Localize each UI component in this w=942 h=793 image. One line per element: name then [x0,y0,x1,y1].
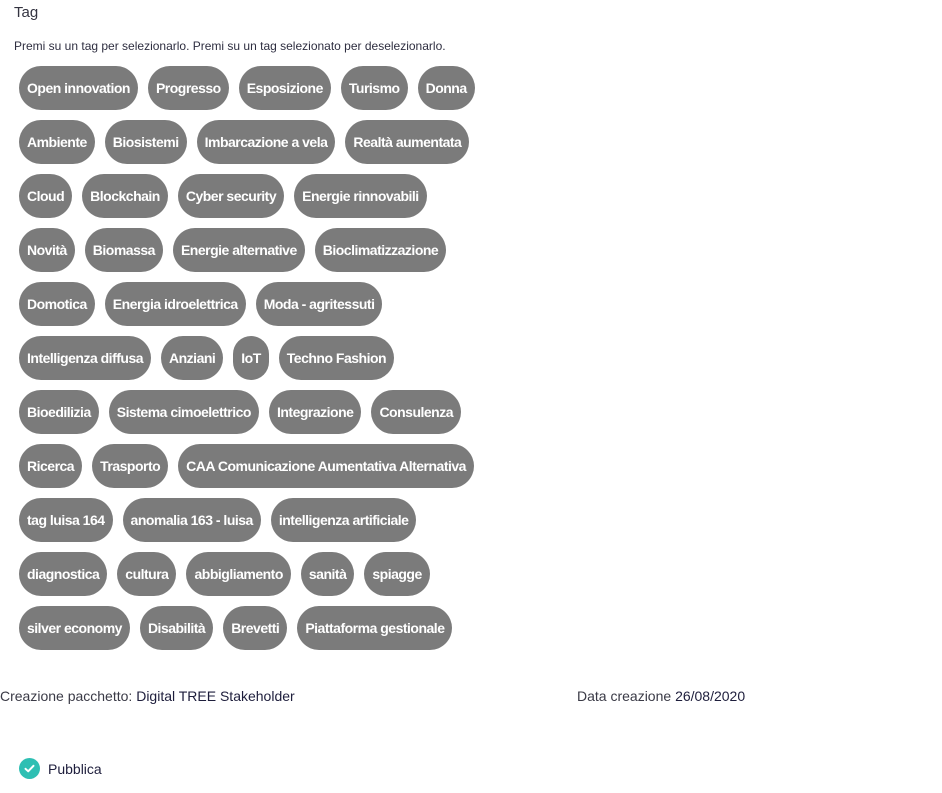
tag-row: Ricerca Trasporto CAA Comunicazione Aument… [19,444,475,488]
tag-row: Domotica Energia idroelettrica Moda - agri… [19,282,475,326]
tag-chip[interactable]: intelligenza artificiale [270,498,417,542]
tag-chip[interactable]: Anziani [161,336,224,380]
tag-list: Open innovation Progresso Esposizione Turis… [19,66,475,660]
tag-chip[interactable]: Energie alternative [172,228,305,272]
tag-chip[interactable]: Brevetti [223,606,288,650]
tag-chip[interactable]: Techno Fashion [278,336,395,380]
tag-row: Open innovation Progresso Esposizione Turis… [19,66,475,110]
tag-chip[interactable]: anomalia 163 - luisa [122,498,261,542]
creation-date-value: 26/08/2020 [675,688,746,704]
tag-row: Cloud Blockchain Cyber security Energie rin… [19,174,475,218]
tags-hint: Premi su un tag per selezionarlo. Premi … [14,39,446,53]
tag-chip[interactable]: Esposizione [238,66,331,110]
tag-chip[interactable]: Ricerca [19,444,83,488]
tag-chip[interactable]: Blockchain [82,174,168,218]
tag-chip[interactable]: Consulenza [371,390,462,434]
tag-row: Novità Biomassa Energie alternative Bioclim… [19,228,475,272]
check-circle-icon[interactable] [19,758,40,779]
tag-chip[interactable]: Bioclimatizzazione [314,228,447,272]
tags-section-title: Tag [14,4,39,21]
tag-chip[interactable]: cultura [117,552,177,596]
tag-chip[interactable]: abbigliamento [186,552,291,596]
tag-chip[interactable]: Moda - agritessuti [255,282,383,326]
tag-chip[interactable]: Turismo [340,66,408,110]
tag-row: diagnostica cultura abbigliamento sanità spi… [19,552,475,596]
creation-date-label: Data creazione [577,688,672,704]
creation-date: Data creazione 26/08/2020 [577,688,745,704]
package-creation-label: Creazione pacchetto: [0,688,133,704]
tag-chip[interactable]: Energia idroelettrica [104,282,246,326]
tag-chip[interactable]: diagnostica [19,552,108,596]
tag-chip[interactable]: Cyber security [177,174,285,218]
tag-row: tag luisa 164 anomalia 163 - luisa intelli… [19,498,475,542]
tag-chip[interactable]: Progresso [147,66,229,110]
tag-chip[interactable]: Biomassa [84,228,163,272]
tag-chip[interactable]: Realtà aumentata [345,120,470,164]
tag-chip[interactable]: Disabilità [139,606,214,650]
tag-row: silver economy Disabilità Brevetti Piattafo… [19,606,475,650]
tag-chip[interactable]: Imbarcazione a vela [196,120,336,164]
tag-chip[interactable]: tag luisa 164 [19,498,113,542]
tag-row: Intelligenza diffusa Anziani IoT Techno Fas… [19,336,475,380]
tag-chip[interactable]: Bioedilizia [19,390,99,434]
tag-row: Bioedilizia Sistema cimoelettrico Integraz… [19,390,475,434]
tag-chip[interactable]: spiagge [364,552,430,596]
tag-chip[interactable]: Domotica [19,282,95,326]
tag-chip[interactable]: sanità [300,552,355,596]
tag-chip[interactable]: Sistema cimoelettrico [108,390,259,434]
tag-chip[interactable]: Biosistemi [104,120,187,164]
tag-chip[interactable]: IoT [233,336,269,380]
tag-chip[interactable]: Trasporto [92,444,169,488]
publish-label: Pubblica [48,760,102,777]
tag-chip[interactable]: Donna [417,66,475,110]
tag-chip[interactable]: Integrazione [268,390,362,434]
tag-row: Ambiente Biosistemi Imbarcazione a vela Rea… [19,120,475,164]
package-creation: Creazione pacchetto: Digital TREE Stakeh… [0,688,295,704]
tag-chip[interactable]: silver economy [19,606,130,650]
tag-chip[interactable]: Intelligenza diffusa [19,336,152,380]
package-creation-value: Digital TREE Stakeholder [136,688,295,704]
tag-chip[interactable]: Cloud [19,174,73,218]
publish-toggle[interactable]: Pubblica [19,758,102,779]
tag-chip[interactable]: Energie rinnovabili [294,174,427,218]
tag-chip[interactable]: Novità [19,228,75,272]
tag-chip[interactable]: Piattaforma gestionale [297,606,453,650]
tag-chip[interactable]: Open innovation [19,66,138,110]
tag-chip[interactable]: CAA Comunicazione Aumentativa Alternativ… [178,444,474,488]
tag-chip[interactable]: Ambiente [19,120,95,164]
